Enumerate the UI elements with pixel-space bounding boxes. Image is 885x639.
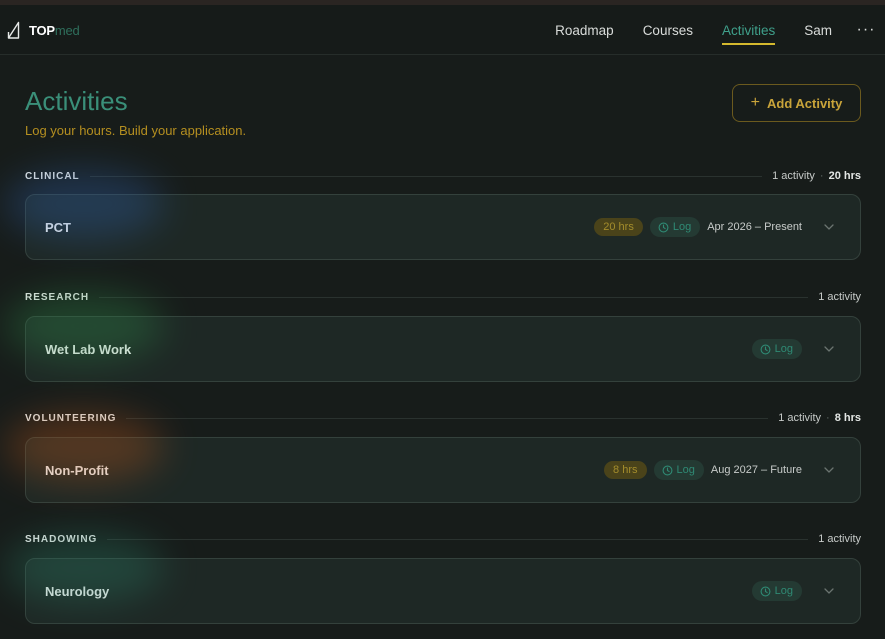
section-hours: 20 hrs xyxy=(828,170,861,182)
date-range: Apr 2026 – Present xyxy=(707,221,802,233)
section-count: 1 activity xyxy=(818,533,861,545)
log-label: Log xyxy=(774,343,793,355)
brand-logo[interactable]: TOPmed xyxy=(7,21,80,39)
log-hours-button[interactable]: Log xyxy=(649,217,701,237)
section-divider xyxy=(107,538,809,540)
activity-name: Neurology xyxy=(45,583,110,599)
plus-icon: + xyxy=(750,93,760,111)
date-range: Aug 2027 – Future xyxy=(710,464,802,476)
log-label: Log xyxy=(676,464,695,476)
section-divider xyxy=(126,417,769,419)
section-count: 1 activity xyxy=(778,412,822,424)
section-hours: 8 hrs xyxy=(834,412,861,424)
clock-icon xyxy=(760,344,771,354)
nav-user-sam[interactable]: Sam xyxy=(804,5,832,55)
clock-icon xyxy=(760,586,771,596)
section-count: 1 activity xyxy=(772,170,815,182)
section-divider xyxy=(99,296,809,298)
nav-courses[interactable]: Courses xyxy=(643,5,693,55)
navbar: TOPmed Roadmap Courses Activities Sam ··… xyxy=(0,5,885,55)
activity-name: PCT xyxy=(45,219,71,235)
more-menu-icon[interactable]: ··· xyxy=(847,5,885,55)
brand-name-med: med xyxy=(54,22,80,38)
section-count: 1 activity xyxy=(818,291,861,303)
clock-icon xyxy=(658,222,669,232)
clock-icon xyxy=(662,465,672,475)
chevron-down-icon[interactable] xyxy=(822,342,836,356)
chevron-down-icon[interactable] xyxy=(822,220,836,234)
chevron-down-icon[interactable] xyxy=(822,463,836,477)
log-label: Log xyxy=(774,585,793,597)
activity-card-non-profit[interactable]: Non-Profit 8 hrs Log Aug 2027 – Future xyxy=(4,412,861,503)
log-hours-button[interactable]: Log xyxy=(751,581,802,601)
section-title: RESEARCH xyxy=(25,291,90,303)
section-meta: 1 activity · 8 hrs xyxy=(778,412,861,424)
page-title: Activities xyxy=(25,86,128,116)
activity-name: Wet Lab Work xyxy=(45,341,132,357)
page-subtitle: Log your hours. Build your application. xyxy=(25,123,247,138)
section-meta: 1 activity xyxy=(818,291,861,303)
brand-name-top: TOP xyxy=(29,22,55,38)
add-activity-button[interactable]: + Add Activity xyxy=(732,84,861,122)
activity-card-wet-lab-work[interactable]: Wet Lab Work Log xyxy=(4,291,861,382)
add-activity-label: Add Activity xyxy=(766,95,843,111)
nav-roadmap[interactable]: Roadmap xyxy=(555,5,614,55)
section-header-research: RESEARCH 1 activity xyxy=(25,290,861,304)
logo-icon xyxy=(7,21,20,39)
section-meta: 1 activity · 20 hrs xyxy=(772,170,861,182)
section-title: SHADOWING xyxy=(25,533,98,545)
log-label: Log xyxy=(672,221,692,233)
nav-links: Roadmap Courses Activities Sam ··· xyxy=(526,5,885,55)
activity-card-neurology[interactable]: Neurology Log xyxy=(4,533,861,624)
section-header-volunteering: VOLUNTEERING 1 activity · 8 hrs xyxy=(25,411,861,425)
log-hours-button[interactable]: Log xyxy=(751,339,802,359)
brand-name: TOPmed xyxy=(29,23,80,38)
section-header-shadowing: SHADOWING 1 activity xyxy=(25,532,861,546)
log-hours-button[interactable]: Log xyxy=(653,460,704,480)
section-header-clinical: CLINICAL 1 activity · 20 hrs xyxy=(25,169,861,183)
chevron-down-icon[interactable] xyxy=(822,584,836,598)
section-title: VOLUNTEERING xyxy=(25,412,117,424)
hours-badge: 20 hrs xyxy=(594,218,643,236)
activity-name: Non-Profit xyxy=(45,462,109,478)
nav-activities[interactable]: Activities xyxy=(721,5,776,55)
section-title: CLINICAL xyxy=(25,170,80,182)
hours-badge: 8 hrs xyxy=(604,461,647,479)
section-divider xyxy=(89,175,763,177)
section-meta: 1 activity xyxy=(818,533,861,545)
activity-card-pct[interactable]: PCT 20 hrs Log Apr 2026 – Present xyxy=(4,169,861,260)
